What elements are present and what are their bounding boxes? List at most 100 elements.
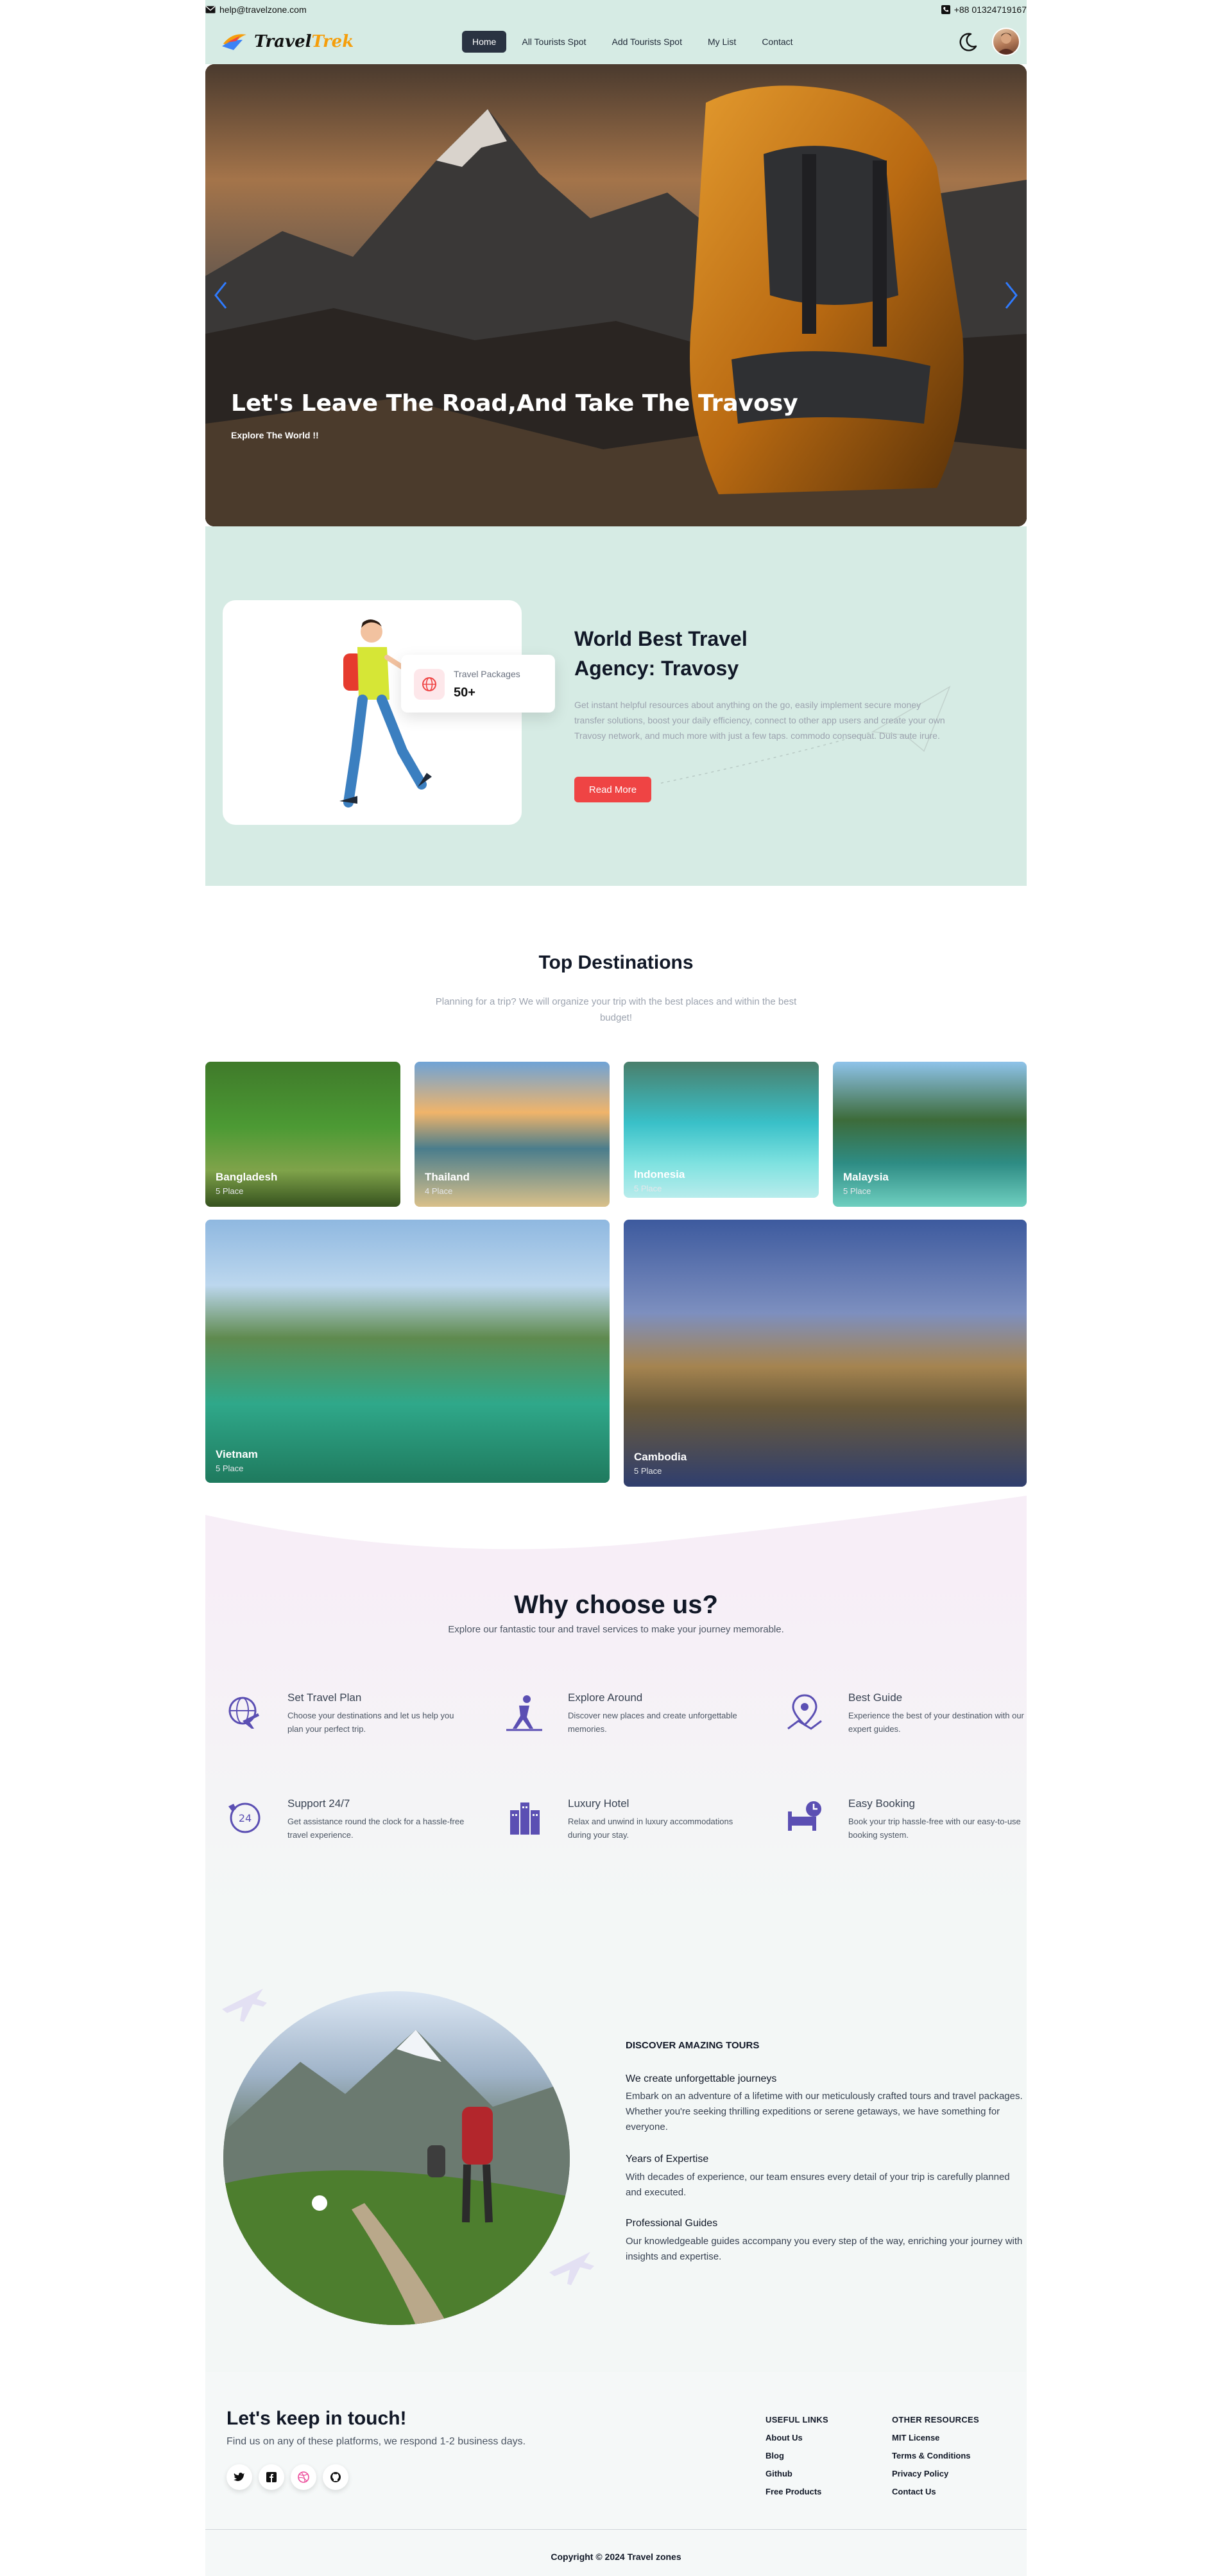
feature-text: Experience the best of your destination …: [848, 1711, 1024, 1734]
logo-plane-icon: [222, 34, 246, 50]
email-text: help@travelzone.com: [219, 4, 307, 15]
destination-name: Bangladesh: [216, 1171, 278, 1183]
mail-icon: [205, 6, 216, 13]
section-wave: [205, 1496, 1027, 1573]
feature-text: Relax and unwind in luxury accommodation…: [568, 1817, 733, 1840]
destination-count: 4 Place: [425, 1186, 453, 1196]
github-icon: [330, 2472, 341, 2482]
hotel-icon: [510, 1802, 540, 1835]
destination-count: 5 Place: [634, 1466, 662, 1476]
hiker-icon: [506, 1695, 542, 1731]
footer-link-about-us[interactable]: About Us: [766, 2433, 803, 2442]
dark-mode-moon-icon[interactable]: [957, 31, 979, 53]
email-contact[interactable]: help@travelzone.com: [205, 4, 307, 15]
slider-prev-chevron-icon[interactable]: [209, 276, 232, 315]
destinations-subtitle: Planning for a trip? We will organize yo…: [435, 996, 797, 1023]
svg-text:24: 24: [239, 1812, 252, 1824]
destination-card-indonesia[interactable]: Indonesia 5 Place: [624, 1062, 819, 1198]
feature-text: Choose your destinations and let us help…: [287, 1711, 454, 1734]
feature-text: Book your trip hassle-free with our easy…: [848, 1817, 1021, 1840]
twitter-button[interactable]: [227, 2464, 252, 2490]
avatar-person-icon: [997, 33, 1016, 55]
traveler-illustration: [339, 619, 432, 808]
feature-title: Support 24/7: [287, 1797, 350, 1810]
facebook-button[interactable]: [259, 2464, 284, 2490]
destination-card-vietnam[interactable]: Vietnam 5 Place: [205, 1220, 610, 1483]
nav-all-tourists-spot[interactable]: All Tourists Spot: [511, 31, 596, 53]
feature-title: Best Guide: [848, 1691, 903, 1704]
footer-subtitle: Find us on any of these platforms, we re…: [227, 2436, 526, 2447]
twitter-icon: [234, 2473, 244, 2482]
nav-contact[interactable]: Contact: [751, 31, 803, 53]
destination-name: Thailand: [425, 1171, 470, 1183]
site-header: TravelTrek Home All Tourists Spot Add To…: [205, 19, 1027, 64]
destination-card-bangladesh[interactable]: Bangladesh 5 Place: [205, 1062, 400, 1207]
top-contact-bar: help@travelzone.com +88 01324719167: [205, 0, 1027, 19]
feature-title: Explore Around: [568, 1691, 643, 1704]
plane-decoration-icon: [549, 2252, 594, 2285]
why-choose-us-section: Why choose us? Explore our fantastic tou…: [205, 1496, 1027, 2410]
tours-heading: DISCOVER AMAZING TOURS: [626, 2040, 760, 2051]
nav-home[interactable]: Home: [462, 31, 507, 53]
destination-count: 5 Place: [634, 1184, 662, 1193]
destinations-title: Top Destinations: [538, 952, 694, 973]
logo-text: TravelTrek: [254, 32, 354, 51]
copyright-text: Copyright © 2024 Travel zones: [551, 2552, 681, 2562]
destination-count: 5 Place: [216, 1186, 244, 1196]
why-title: Why choose us?: [514, 1591, 718, 1619]
footer-divider: [205, 2529, 1027, 2530]
footer-title: Let's keep in touch!: [227, 2408, 407, 2429]
phone-icon: [941, 5, 950, 14]
read-more-button[interactable]: Read More: [574, 777, 651, 802]
destination-card-thailand[interactable]: Thailand 4 Place: [415, 1062, 610, 1207]
footer-link-contact-us[interactable]: Contact Us: [892, 2487, 936, 2496]
dribbble-icon: [298, 2471, 309, 2483]
traveler-illustration-card: [223, 600, 522, 825]
main-nav: Home All Tourists Spot Add Tourists Spot…: [462, 31, 803, 53]
footer-link-github[interactable]: Github: [766, 2469, 792, 2478]
other-resources-heading: OTHER RESOURCES: [892, 2415, 979, 2425]
hero-subtitle: Explore The World !!: [231, 430, 319, 440]
footer-link-privacy[interactable]: Privacy Policy: [892, 2469, 948, 2478]
nav-my-list[interactable]: My List: [697, 31, 746, 53]
destination-count: 5 Place: [843, 1186, 871, 1196]
plane-decoration-icon: [222, 1989, 267, 2022]
footer-link-free-products[interactable]: Free Products: [766, 2487, 821, 2496]
github-button[interactable]: [323, 2464, 348, 2490]
destination-card-malaysia[interactable]: Malaysia 5 Place: [833, 1062, 1027, 1207]
footer-link-terms[interactable]: Terms & Conditions: [892, 2451, 971, 2460]
useful-links-heading: USEFUL LINKS: [766, 2415, 828, 2425]
agency-section: Travel Packages 50+ World Best Travel Ag…: [205, 526, 1027, 886]
globe-plane-icon: [228, 1697, 259, 1729]
agency-title: World Best Travel Agency: Travosy: [574, 627, 748, 680]
feature-text: Discover new places and create unforgett…: [568, 1711, 737, 1734]
destination-name: Vietnam: [216, 1448, 258, 1460]
tours-lead-title: We create unforgettable journeys: [626, 2073, 777, 2084]
hiking-tour-image: [223, 1991, 570, 2325]
tours-lead-text: Embark on an adventure of a lifetime wit…: [626, 2091, 1023, 2132]
mountain-hikers-image: [223, 2030, 570, 2325]
guides-title: Professional Guides: [626, 2218, 718, 2229]
destination-name: Indonesia: [634, 1168, 685, 1180]
slider-next-chevron-icon[interactable]: [1000, 276, 1023, 315]
guides-text: Our knowledgeable guides accompany you e…: [626, 2236, 1023, 2262]
why-subtitle: Explore our fantastic tour and travel se…: [448, 1624, 784, 1635]
destination-card-cambodia[interactable]: Cambodia 5 Place: [624, 1220, 1027, 1487]
destination-name: Cambodia: [634, 1451, 687, 1463]
destination-name: Malaysia: [843, 1171, 889, 1183]
site-footer: Let's keep in touch! Find us on any of t…: [205, 2372, 1027, 2576]
hero-title: Let's Leave The Road,And Take The Travos…: [231, 390, 798, 417]
phone-text: +88 01324719167: [954, 4, 1027, 15]
facebook-icon: [266, 2472, 277, 2482]
feature-title: Easy Booking: [848, 1797, 915, 1810]
dribbble-button[interactable]: [291, 2464, 316, 2490]
feature-text: Get assistance round the clock for a has…: [287, 1817, 465, 1840]
footer-link-mit-license[interactable]: MIT License: [892, 2433, 939, 2442]
site-logo[interactable]: TravelTrek: [221, 31, 354, 53]
user-avatar[interactable]: [992, 28, 1020, 56]
booking-icon: [788, 1801, 821, 1831]
nav-add-tourists-spot[interactable]: Add Tourists Spot: [601, 31, 692, 53]
footer-link-blog[interactable]: Blog: [766, 2451, 784, 2460]
feature-title: Luxury Hotel: [568, 1797, 629, 1810]
phone-contact[interactable]: +88 01324719167: [941, 4, 1027, 15]
